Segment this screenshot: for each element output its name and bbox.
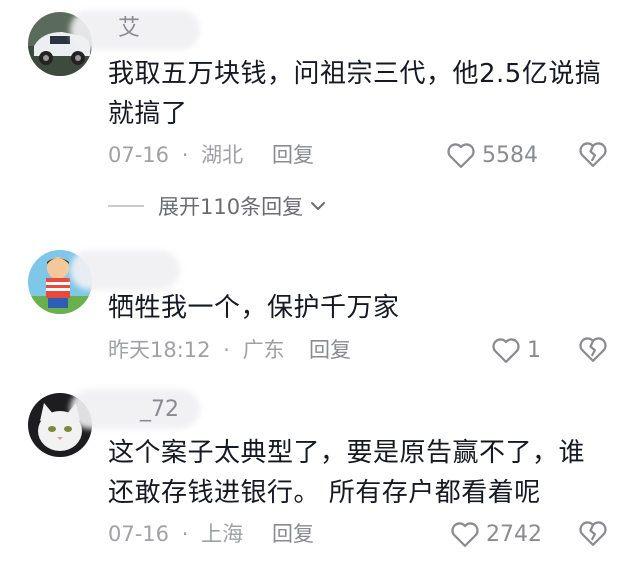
meta-separator: · xyxy=(181,143,189,167)
comment-text-line: 这个案子太典型了，要是原告赢不了，谁 xyxy=(108,438,586,468)
comment-username[interactable]: _72 xyxy=(130,395,189,425)
broken-heart-icon xyxy=(579,337,607,362)
meta-separator: · xyxy=(181,522,189,546)
comment-username[interactable] xyxy=(108,252,128,282)
comment-date: 昨天18:12 xyxy=(108,338,211,362)
heart-outline-icon xyxy=(451,522,479,547)
comment-meta: 07-16 · 湖北 xyxy=(108,140,243,170)
comment-location: 广东 xyxy=(242,338,285,362)
comment-date: 07-16 xyxy=(108,143,170,167)
heart-outline-icon xyxy=(447,143,475,168)
like-count: 5584 xyxy=(482,142,538,168)
dislike-button[interactable] xyxy=(578,519,608,549)
heart-outline-icon xyxy=(492,338,520,363)
comment-text-line: 牺牲我一个，保护千万家 xyxy=(108,293,400,323)
comment-username[interactable]: 艾 xyxy=(108,14,150,44)
like-button[interactable]: 1 xyxy=(491,335,541,365)
like-count: 1 xyxy=(527,337,541,363)
reply-button[interactable]: 回复 xyxy=(309,335,351,365)
like-button[interactable]: 2742 xyxy=(450,519,542,549)
comment-text-line: 还敢存钱进银行。 所有存户都看着呢 xyxy=(108,478,541,508)
chevron-down-icon xyxy=(311,202,326,210)
comment-meta: 昨天18:12 · 广东 xyxy=(108,335,285,365)
reply-button[interactable]: 回复 xyxy=(272,519,314,549)
meta-separator: · xyxy=(223,338,230,362)
like-count: 2742 xyxy=(486,521,542,547)
dislike-button[interactable] xyxy=(578,140,608,170)
broken-heart-icon xyxy=(579,521,607,546)
comment-item: _72 这个案子太典型了，要是原告赢不了，谁 还敢存钱进银行。 所有存户都看着呢… xyxy=(0,383,640,562)
dislike-button[interactable] xyxy=(578,335,608,365)
broken-heart-icon xyxy=(579,142,607,167)
comment-text-line: 就搞了 xyxy=(108,99,188,129)
reply-button[interactable]: 回复 xyxy=(272,140,314,170)
comment-item: 艾 我取五万块钱，问祖宗三代，他2.5亿说搞 就搞了 07-16 · 湖北 回复… xyxy=(0,0,640,180)
comment-location: 湖北 xyxy=(201,143,244,167)
expand-replies-label: 展开110条回复 xyxy=(158,195,304,219)
comment-location: 上海 xyxy=(201,522,244,546)
comment-item: 牺牲我一个，保护千万家 昨天18:12 · 广东 回复 1 xyxy=(0,240,640,370)
comment-meta: 07-16 · 上海 xyxy=(108,519,243,549)
like-button[interactable]: 5584 xyxy=(446,140,538,170)
comment-date: 07-16 xyxy=(108,522,170,546)
comment-text-line: 我取五万块钱，问祖宗三代，他2.5亿说搞 xyxy=(108,59,602,89)
expand-replies-button[interactable]: 展开110条回复 xyxy=(108,191,327,221)
expand-divider-line xyxy=(108,205,144,207)
